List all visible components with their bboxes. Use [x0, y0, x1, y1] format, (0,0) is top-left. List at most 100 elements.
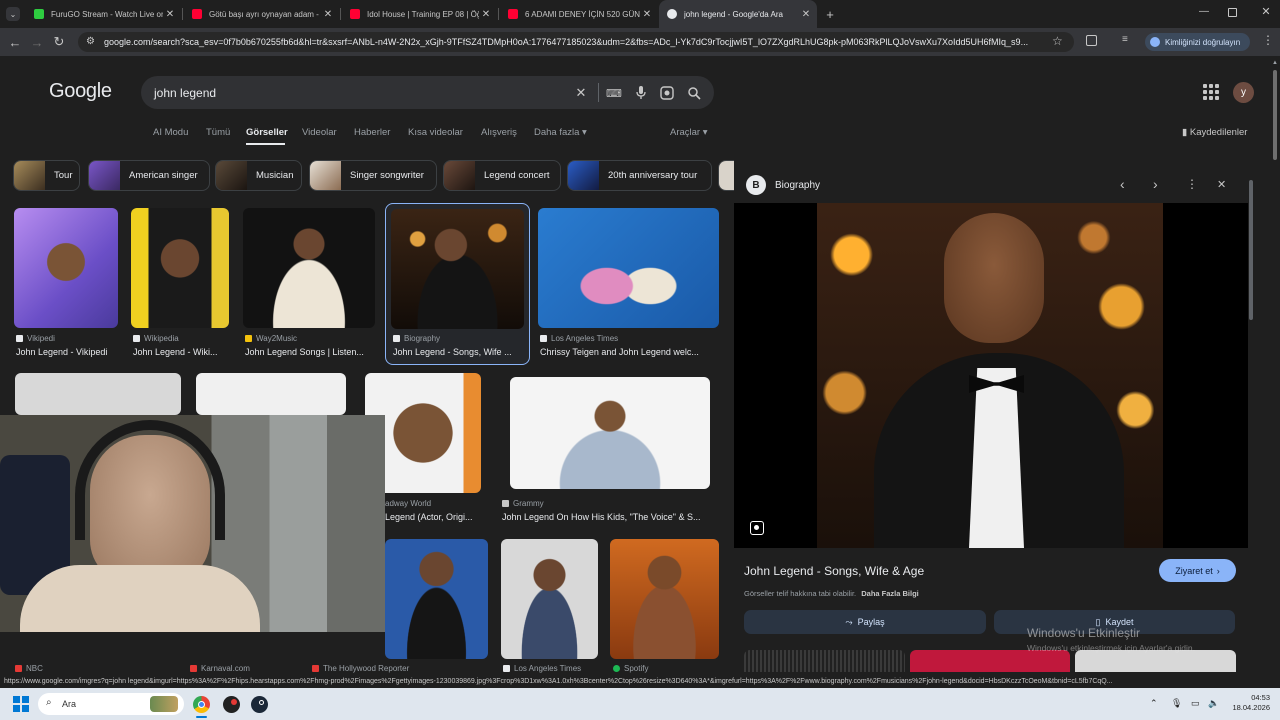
- tab-furugo[interactable]: FuruGO Stream - Watch Live on ✕: [26, 0, 181, 28]
- tab-news[interactable]: Haberler: [354, 127, 390, 138]
- tab-short-videos[interactable]: Kısa videolar: [408, 127, 463, 138]
- image-result[interactable]: [385, 539, 488, 659]
- reading-list-icon[interactable]: ≡: [1122, 34, 1128, 45]
- forward-arrow-icon[interactable]: →: [26, 31, 48, 53]
- chip-legend-concert[interactable]: Legend concert: [443, 160, 561, 191]
- keyboard-icon[interactable]: ⌨: [606, 85, 622, 101]
- chip-singer-songwriter[interactable]: Singer songwriter: [309, 160, 437, 191]
- maximize-button[interactable]: [1228, 8, 1237, 17]
- image-result[interactable]: [610, 539, 720, 659]
- network-icon[interactable]: ▭: [1191, 698, 1200, 709]
- reload-icon[interactable]: ↻: [48, 31, 70, 53]
- result-caption: Chrissy Teigen and John Legend welc...: [540, 347, 699, 357]
- chip-american-singer[interactable]: American singer: [88, 160, 210, 191]
- tab-ai-mode[interactable]: AI Modu: [153, 127, 188, 138]
- verify-identity-button[interactable]: Kimliğinizi doğrulayın: [1145, 33, 1250, 51]
- related-image[interactable]: [910, 650, 1070, 672]
- new-tab-button[interactable]: +: [822, 6, 838, 22]
- tab-images[interactable]: Görseller: [246, 127, 288, 138]
- preview-source[interactable]: Biography: [775, 180, 820, 191]
- chrome-icon[interactable]: [193, 696, 210, 713]
- extensions-icon[interactable]: [1086, 35, 1097, 46]
- image-result[interactable]: Way2Music John Legend Songs | Listen...: [243, 208, 375, 358]
- result-caption: John Legend Songs | Listen...: [245, 347, 364, 357]
- avatar[interactable]: y: [1233, 82, 1254, 103]
- related-image[interactable]: [744, 650, 905, 672]
- google-logo[interactable]: Google: [49, 80, 112, 103]
- page-scrollbar[interactable]: ▲: [1272, 60, 1278, 670]
- learn-more-link[interactable]: Daha Fazla Bilgi: [861, 589, 919, 598]
- share-button[interactable]: ⤳ Paylaş: [744, 610, 986, 634]
- saved-button[interactable]: ▮ Kaydedilenler: [1182, 127, 1247, 138]
- panel-scrollbar[interactable]: [1249, 180, 1253, 320]
- lens-search-icon[interactable]: [750, 521, 764, 535]
- youtube-icon: [350, 9, 360, 19]
- google-apps-icon[interactable]: [1203, 84, 1219, 100]
- clear-icon[interactable]: ✕: [573, 85, 589, 101]
- close-icon[interactable]: ✕: [163, 9, 177, 20]
- tab-list-button[interactable]: ⌄: [6, 7, 20, 21]
- search-highlight-icon: [150, 696, 178, 712]
- tray-chevron-icon[interactable]: ⌃: [1150, 698, 1158, 709]
- site-info-icon[interactable]: ⚙: [86, 36, 95, 47]
- minimize-button[interactable]: —: [1196, 6, 1212, 22]
- url-text: google.com/search?sca_esv=0f7b0b670255fb…: [104, 37, 1029, 47]
- image-result[interactable]: [501, 539, 598, 659]
- menu-kebab-icon[interactable]: ⋮: [1262, 33, 1274, 47]
- close-icon[interactable]: ✕: [799, 9, 813, 20]
- search-icon[interactable]: [686, 85, 702, 101]
- next-chevron-icon[interactable]: ›: [1153, 176, 1158, 192]
- more-options-icon[interactable]: ⋮: [1186, 177, 1198, 191]
- close-icon[interactable]: ✕: [321, 9, 335, 20]
- taskbar-clock[interactable]: 04:53 18.04.2026: [1226, 693, 1270, 713]
- close-icon[interactable]: ✕: [479, 9, 493, 20]
- image-result-selected[interactable]: Biography John Legend - Songs, Wife ...: [385, 203, 530, 365]
- chip-musician[interactable]: Musician: [215, 160, 302, 191]
- image-result[interactable]: Grammy John Legend On How His Kids, "The…: [502, 373, 720, 523]
- lens-icon[interactable]: [659, 85, 675, 101]
- related-image[interactable]: [1075, 650, 1236, 672]
- image-result[interactable]: Wikipedia John Legend - Wiki...: [131, 208, 229, 358]
- chip-tour[interactable]: Tour: [13, 160, 80, 191]
- scroll-thumb[interactable]: [1273, 70, 1277, 160]
- address-bar[interactable]: ⚙ google.com/search?sca_esv=0f7b0b670255…: [78, 32, 1074, 52]
- tab-youtube-3[interactable]: 6 ADAMI DENEY İÇİN 520 GÜN ✕: [500, 0, 658, 28]
- chip-more[interactable]: [718, 160, 734, 191]
- microphone-icon[interactable]: [633, 85, 649, 101]
- preview-title[interactable]: John Legend - Songs, Wife & Age: [744, 564, 924, 578]
- bookmark-star-icon[interactable]: ☆: [1052, 34, 1063, 48]
- windows-taskbar: [0, 688, 1280, 720]
- wikipedia-icon: [16, 335, 23, 342]
- tab-youtube-2[interactable]: Idol House | Training EP 08 | Öğ ✕: [342, 0, 497, 28]
- windows-start-icon[interactable]: [13, 696, 29, 712]
- image-result[interactable]: [15, 373, 181, 415]
- preview-image[interactable]: [734, 203, 1248, 548]
- result-source: adway World: [385, 499, 432, 508]
- tab-youtube-1[interactable]: Götü başı ayrı oynayan adam - ✕: [184, 0, 339, 28]
- tab-more[interactable]: Daha fazla ▾: [534, 127, 587, 138]
- hollywood-reporter-icon: [312, 665, 319, 672]
- close-icon[interactable]: ✕: [640, 9, 654, 20]
- tab-videos[interactable]: Videolar: [302, 127, 337, 138]
- image-result[interactable]: [196, 373, 346, 415]
- steam-icon[interactable]: [251, 696, 268, 713]
- search-input[interactable]: john legend: [141, 76, 714, 109]
- taskbar-search[interactable]: ⌕ Ara: [38, 693, 184, 715]
- tab-shopping[interactable]: Alışveriş: [481, 127, 517, 138]
- image-result[interactable]: Los Angeles Times Chrissy Teigen and Joh…: [538, 208, 719, 358]
- chip-20th-anniversary-tour[interactable]: 20th anniversary tour: [567, 160, 712, 191]
- close-window-button[interactable]: ✕: [1258, 5, 1274, 21]
- nbc-icon: [15, 665, 22, 672]
- back-arrow-icon[interactable]: ←: [4, 31, 26, 53]
- visit-button[interactable]: Ziyaret et ›: [1159, 559, 1236, 582]
- scroll-up-arrow[interactable]: ▲: [1272, 60, 1278, 66]
- image-result[interactable]: Vikipedi John Legend - Vikipedi: [14, 208, 118, 358]
- close-icon[interactable]: ✕: [1217, 178, 1226, 191]
- tools-button[interactable]: Araçlar ▾: [670, 127, 708, 138]
- microphone-icon[interactable]: 🎙: [1171, 698, 1182, 709]
- volume-icon[interactable]: 🔈: [1208, 698, 1219, 709]
- app-icon[interactable]: [223, 696, 240, 713]
- tab-all[interactable]: Tümü: [206, 127, 230, 138]
- tab-google-search[interactable]: john legend - Google'da Ara ✕: [659, 0, 817, 28]
- previous-chevron-icon[interactable]: ‹: [1120, 176, 1125, 192]
